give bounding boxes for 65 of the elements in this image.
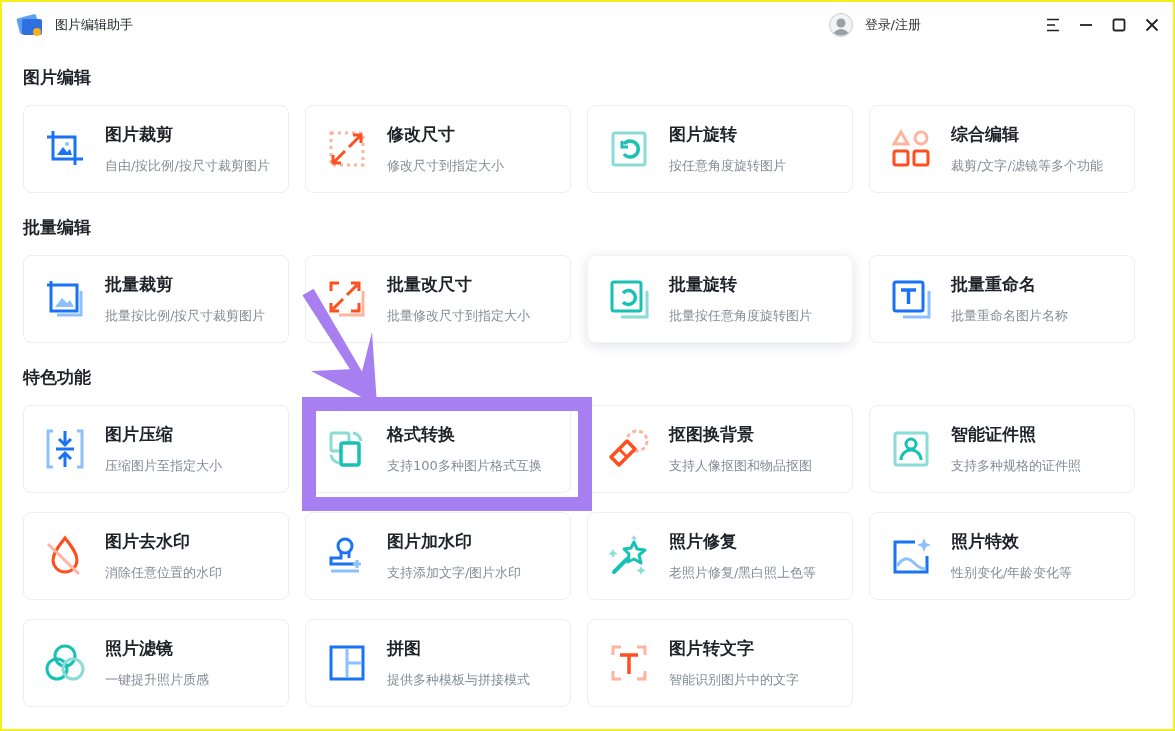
feature-description: 支持添加文字/图片水印 (387, 564, 522, 582)
section-heading: 特色功能 (23, 366, 91, 389)
feature-title: 图片转文字 (669, 637, 755, 659)
avatar-icon[interactable] (828, 13, 853, 37)
feature-description: 支持人像抠图和物品抠图 (669, 457, 812, 475)
feature-card[interactable]: 综合编辑 裁剪/文字/滤镜等多个功能 (869, 105, 1135, 193)
feature-title: 修改尺寸 (387, 123, 456, 145)
feature-title: 智能证件照 (951, 423, 1037, 445)
feature-card[interactable]: 照片滤镜 一键提升照片质感 (23, 619, 289, 707)
feature-card[interactable]: 修改尺寸 修改尺寸到指定大小 (305, 105, 571, 193)
close-icon[interactable] (1145, 18, 1159, 32)
feature-card[interactable]: 图片裁剪 自由/按比例/按尺寸裁剪图片 (23, 105, 289, 193)
feature-description: 性别变化/年龄变化等 (951, 564, 1073, 582)
feature-description: 压缩图片至指定大小 (105, 457, 222, 475)
feature-title: 批量改尺寸 (387, 273, 473, 295)
feature-title: 批量裁剪 (105, 273, 174, 295)
feature-card[interactable]: 批量旋转 批量按任意角度旋转图片 (587, 255, 853, 343)
feature-title: 抠图换背景 (669, 423, 755, 445)
feature-description: 按任意角度旋转图片 (669, 157, 786, 175)
feature-description: 自由/按比例/按尺寸裁剪图片 (105, 157, 270, 175)
feature-description: 一键提升照片质感 (105, 671, 209, 689)
feature-card[interactable]: 批量裁剪 批量按比例/按尺寸裁剪图片 (23, 255, 289, 343)
section-heading: 批量编辑 (23, 216, 91, 239)
feature-title: 照片修复 (669, 530, 738, 552)
feature-description: 批量按比例/按尺寸裁剪图片 (105, 307, 266, 325)
app-logo-icon (15, 11, 45, 39)
feature-card[interactable]: 批量重命名 批量重命名图片名称 (869, 255, 1135, 343)
feature-title: 图片去水印 (105, 530, 191, 552)
feature-description: 支持100多种图片格式互换 (387, 457, 542, 475)
feature-description: 批量重命名图片名称 (951, 307, 1068, 325)
feature-title: 图片加水印 (387, 530, 473, 552)
feature-description: 支持多种规格的证件照 (951, 457, 1081, 475)
feature-card[interactable]: 照片特效 性别变化/年龄变化等 (869, 512, 1135, 600)
feature-description: 批量按任意角度旋转图片 (669, 307, 812, 325)
feature-title: 格式转换 (387, 423, 456, 445)
window-title: 图片编辑助手 (55, 16, 133, 34)
maximize-icon[interactable] (1112, 18, 1126, 32)
feature-description: 智能识别图片中的文字 (669, 671, 799, 689)
feature-title: 批量重命名 (951, 273, 1037, 295)
feature-card[interactable]: 批量改尺寸 批量修改尺寸到指定大小 (305, 255, 571, 343)
feature-description: 提供多种模板与拼接模式 (387, 671, 530, 689)
feature-title: 照片特效 (951, 530, 1020, 552)
feature-description: 老照片修复/黑白照上色等 (669, 564, 817, 582)
feature-title: 批量旋转 (669, 273, 738, 295)
feature-title: 照片滤镜 (105, 637, 174, 659)
feature-title: 图片裁剪 (105, 123, 174, 145)
feature-card[interactable]: 图片去水印 消除任意位置的水印 (23, 512, 289, 600)
feature-description: 修改尺寸到指定大小 (387, 157, 504, 175)
feature-title: 拼图 (387, 637, 422, 659)
feature-description: 裁剪/文字/滤镜等多个功能 (951, 157, 1103, 175)
feature-card[interactable]: 智能证件照 支持多种规格的证件照 (869, 405, 1135, 493)
feature-card[interactable]: 图片加水印 支持添加文字/图片水印 (305, 512, 571, 600)
feature-title: 图片压缩 (105, 423, 174, 445)
feature-description: 批量修改尺寸到指定大小 (387, 307, 530, 325)
feature-card[interactable]: 拼图 提供多种模板与拼接模式 (305, 619, 571, 707)
feature-title: 综合编辑 (951, 123, 1020, 145)
login-link[interactable]: 登录/注册 (864, 16, 921, 34)
feature-card[interactable]: 照片修复 老照片修复/黑白照上色等 (587, 512, 853, 600)
feature-description: 消除任意位置的水印 (105, 564, 222, 582)
feature-title: 图片旋转 (669, 123, 738, 145)
feature-card[interactable]: 图片旋转 按任意角度旋转图片 (587, 105, 853, 193)
menu-icon[interactable] (1046, 18, 1060, 32)
feature-card[interactable]: 图片转文字 智能识别图片中的文字 (587, 619, 853, 707)
feature-card[interactable]: 图片压缩 压缩图片至指定大小 (23, 405, 289, 493)
section-heading: 图片编辑 (23, 66, 91, 89)
